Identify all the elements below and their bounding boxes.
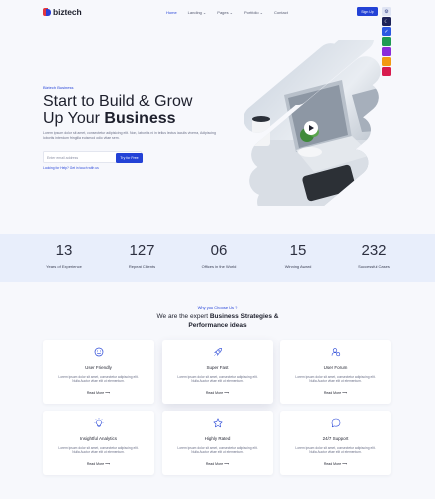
- chevron-down-icon: ⌄: [202, 10, 207, 15]
- feature-title: 24/7 Support: [322, 436, 349, 441]
- arrow-right-icon: ⟶: [224, 391, 230, 395]
- section-title: We are the expert Business Strategies & …: [0, 313, 435, 330]
- smile-icon: [94, 347, 103, 357]
- stat-item: 232 Successful Cases: [339, 242, 409, 269]
- nav-item-landing[interactable]: Landing ⌄: [188, 10, 207, 15]
- nav-label: Landing: [187, 10, 202, 15]
- read-more-label: Read More: [205, 391, 224, 395]
- stat-label: Winning Award: [284, 264, 312, 269]
- users-icon: [331, 348, 340, 357]
- chevron-down-icon: ⌄: [229, 10, 233, 15]
- stat-label: Offices in the World: [201, 264, 237, 269]
- hero-image: [244, 40, 387, 206]
- feature-card-super-fast: Super Fast Lorem ipsum dolor sit amet, c…: [162, 340, 273, 404]
- read-more-link[interactable]: Read More ⟶: [43, 462, 154, 466]
- stat-value: 06: [210, 242, 228, 259]
- subscribe-form: Try for Free: [43, 151, 143, 163]
- hero-title-line2: Up Your: [43, 110, 105, 127]
- stat-item: 06 Offices in the World: [184, 242, 254, 269]
- feature-card-user-forum: User Forum Lorem ipsum dolor sit amet, c…: [280, 340, 391, 404]
- nav-label: Pages: [217, 10, 229, 15]
- feature-card-support: 24/7 Support Lorem ipsum dolor sit amet,…: [280, 411, 391, 475]
- stat-item: 15 Winning Award: [263, 242, 333, 269]
- stat-label: Repeat Clients: [128, 264, 156, 269]
- section-title-plain: We are the expert: [156, 313, 210, 320]
- feature-description: Lorem ipsum dolor sit amet, consectetur …: [177, 446, 258, 455]
- logo-mark-icon: [43, 8, 51, 16]
- stat-label: Years of Experience: [46, 264, 82, 269]
- nav-item-home[interactable]: Home: [166, 10, 177, 15]
- stat-value: 13: [55, 242, 73, 259]
- dark-mode-toggle[interactable]: ☾: [382, 17, 391, 26]
- feature-title: Highly Rated: [204, 436, 231, 441]
- feature-title: User Friendly: [85, 365, 112, 370]
- stat-label: Successful Cases: [358, 264, 390, 269]
- hero-description: Lorem ipsum dolor sit amet, consectetur …: [43, 131, 216, 140]
- feature-title: User Forum: [323, 365, 348, 370]
- signup-button[interactable]: Sign Up: [357, 7, 378, 16]
- stat-value: 15: [289, 242, 307, 259]
- hero-title-line1: Start to Build & Grow: [43, 93, 193, 110]
- nav-label: Portfolio: [243, 10, 259, 15]
- feature-description: Lorem ipsum dolor sit amet, consectetur …: [295, 446, 376, 455]
- section-title-bold: Business Strategies &: [209, 313, 279, 320]
- read-more-label: Read More: [86, 391, 105, 395]
- feature-title: Super Fast: [206, 365, 229, 370]
- top-navigation: biztech Home Landing ⌄ Pages ⌄ Portfolio ⌄ …: [0, 0, 435, 24]
- email-input[interactable]: [47, 155, 112, 161]
- stats-band: 13 Years of Experience 127 Repeat Clients …: [0, 234, 435, 282]
- moon-icon: ☾: [384, 18, 389, 25]
- feature-description: Lorem ipsum dolor sit amet, consectetur …: [295, 375, 376, 384]
- theme-color-swatch[interactable]: ✓: [382, 27, 391, 36]
- read-more-label: Read More: [323, 462, 342, 466]
- brand-logo[interactable]: biztech: [43, 7, 82, 17]
- nav-label: Contact: [274, 10, 288, 15]
- nav-item-pages[interactable]: Pages ⌄: [217, 10, 233, 15]
- read-more-label: Read More: [323, 391, 342, 395]
- gear-icon[interactable]: ⚙: [382, 7, 391, 16]
- nav-item-contact[interactable]: Contact: [274, 10, 288, 15]
- try-for-free-button[interactable]: Try for Free: [116, 153, 143, 163]
- stat-item: 13 Years of Experience: [29, 242, 99, 269]
- arrow-right-icon: ⟶: [342, 391, 348, 395]
- rocket-icon: [213, 348, 222, 356]
- hero-tagline: Biztech Business: [43, 85, 74, 90]
- read-more-link[interactable]: Read More ⟶: [162, 462, 273, 466]
- section-title-bold: Performance ideas: [188, 321, 247, 329]
- chevron-down-icon: ⌄: [259, 10, 264, 15]
- feature-description: Lorem ipsum dolor sit amet, consectetur …: [177, 375, 258, 384]
- read-more-label: Read More: [205, 462, 224, 466]
- feature-card-user-friendly: User Friendly Lorem ipsum dolor sit amet…: [43, 340, 154, 404]
- feature-card-highly-rated: Highly Rated Lorem ipsum dolor sit amet,…: [162, 411, 273, 475]
- stat-value: 232: [361, 242, 387, 259]
- read-more-label: Read More: [86, 462, 105, 466]
- read-more-link[interactable]: Read More ⟶: [43, 391, 154, 395]
- read-more-link[interactable]: Read More ⟶: [280, 391, 391, 395]
- read-more-link[interactable]: Read More ⟶: [280, 462, 391, 466]
- arrow-right-icon: ⟶: [224, 462, 230, 466]
- brand-name: biztech: [53, 7, 82, 17]
- stat-value: 127: [129, 242, 155, 259]
- hero-title: Start to Build & Grow Up Your Business: [43, 93, 243, 127]
- feature-card-insightful-analytics: Insightful Analytics Lorem ipsum dolor s…: [43, 411, 154, 475]
- lightbulb-icon: [94, 418, 103, 427]
- section-tagline: Why you Choose Us ?: [197, 305, 238, 310]
- arrow-right-icon: ⟶: [105, 462, 111, 466]
- star-icon: [213, 418, 222, 428]
- chat-icon: [331, 418, 340, 428]
- nav-item-portfolio[interactable]: Portfolio ⌄: [244, 10, 263, 15]
- arrow-right-icon: ⟶: [342, 462, 348, 466]
- hero-title-bold: Business: [104, 110, 176, 127]
- feature-description: Lorem ipsum dolor sit amet, consectetur …: [58, 375, 139, 384]
- main-menu: Home Landing ⌄ Pages ⌄ Portfolio ⌄ Contact: [166, 10, 288, 15]
- feature-description: Lorem ipsum dolor sit amet, consectetur …: [58, 446, 139, 455]
- help-link[interactable]: Looking for Help? Get in touch with us: [43, 166, 99, 170]
- feature-title: Insightful Analytics: [79, 436, 118, 441]
- check-icon: ✓: [384, 28, 389, 35]
- nav-label: Home: [166, 10, 177, 15]
- stat-item: 127 Repeat Clients: [107, 242, 177, 269]
- arrow-right-icon: ⟶: [105, 391, 111, 395]
- read-more-link[interactable]: Read More ⟶: [162, 391, 273, 395]
